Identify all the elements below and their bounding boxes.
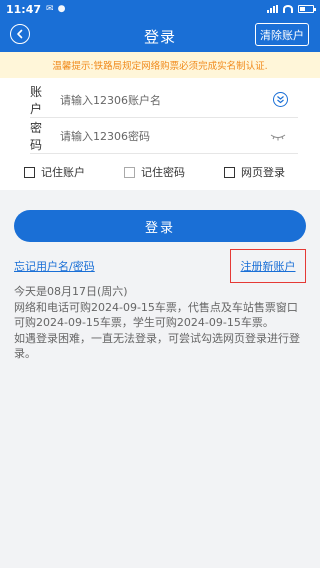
web-login-option[interactable]: 网页登录 xyxy=(224,164,285,180)
forgot-password-link[interactable]: 忘记用户名/密码 xyxy=(14,258,95,274)
battery-icon xyxy=(298,5,316,13)
account-dropdown-icon[interactable] xyxy=(273,92,288,107)
ticket-info: 今天是08月17日(周六) 网络和电话可购2024-09-15车票，代售点及车站… xyxy=(14,284,308,362)
wifi-icon xyxy=(283,5,293,13)
checkbox-icon[interactable] xyxy=(24,166,35,178)
date-text: 今天是08月17日(周六) xyxy=(14,285,128,298)
login-help-text: 如遇登录困难，一直无法登录，可尝试勾选网页登录进行登录。 xyxy=(14,331,300,361)
account-input[interactable]: 请输入12306账户名 xyxy=(60,92,273,108)
signal-icon xyxy=(267,5,278,13)
status-time: 11:47 xyxy=(6,2,42,16)
account-label: 账 户 xyxy=(30,84,44,116)
mail-icon: ✉ xyxy=(46,4,54,14)
web-login-label: 网页登录 xyxy=(241,166,285,179)
header: 登录 清除账户 xyxy=(0,18,320,52)
checkbox-icon[interactable] xyxy=(124,166,135,178)
chat-icon: ● xyxy=(57,4,66,14)
password-input[interactable]: 请输入12306密码 xyxy=(60,128,270,144)
status-bar: 11:47 ✉ ● xyxy=(0,0,320,18)
register-highlight: 注册新账户 xyxy=(230,249,306,283)
remember-password-option[interactable]: 记住密码 xyxy=(124,164,185,180)
presale-text: 网络和电话可购2024-09-15车票，代售点及车站售票窗口可购2024-09-… xyxy=(14,300,298,330)
checkbox-icon[interactable] xyxy=(224,166,235,178)
password-label: 密 码 xyxy=(30,120,44,152)
register-link[interactable]: 注册新账户 xyxy=(241,258,296,274)
login-options: 记住账户 记住密码 网页登录 xyxy=(0,152,320,188)
account-row: 账 户 请输入12306账户名 xyxy=(30,82,298,118)
remember-account-option[interactable]: 记住账户 xyxy=(24,164,85,180)
password-row: 密 码 请输入12306密码 xyxy=(30,118,298,154)
hide-password-icon[interactable] xyxy=(270,126,286,145)
clear-account-button[interactable]: 清除账户 xyxy=(255,23,309,46)
login-button[interactable]: 登录 xyxy=(14,210,306,242)
remember-account-label: 记住账户 xyxy=(41,166,85,179)
remember-password-label: 记住密码 xyxy=(141,166,185,179)
realname-tip: 温馨提示:铁路局规定网络购票必须完成实名制认证. xyxy=(0,52,320,78)
